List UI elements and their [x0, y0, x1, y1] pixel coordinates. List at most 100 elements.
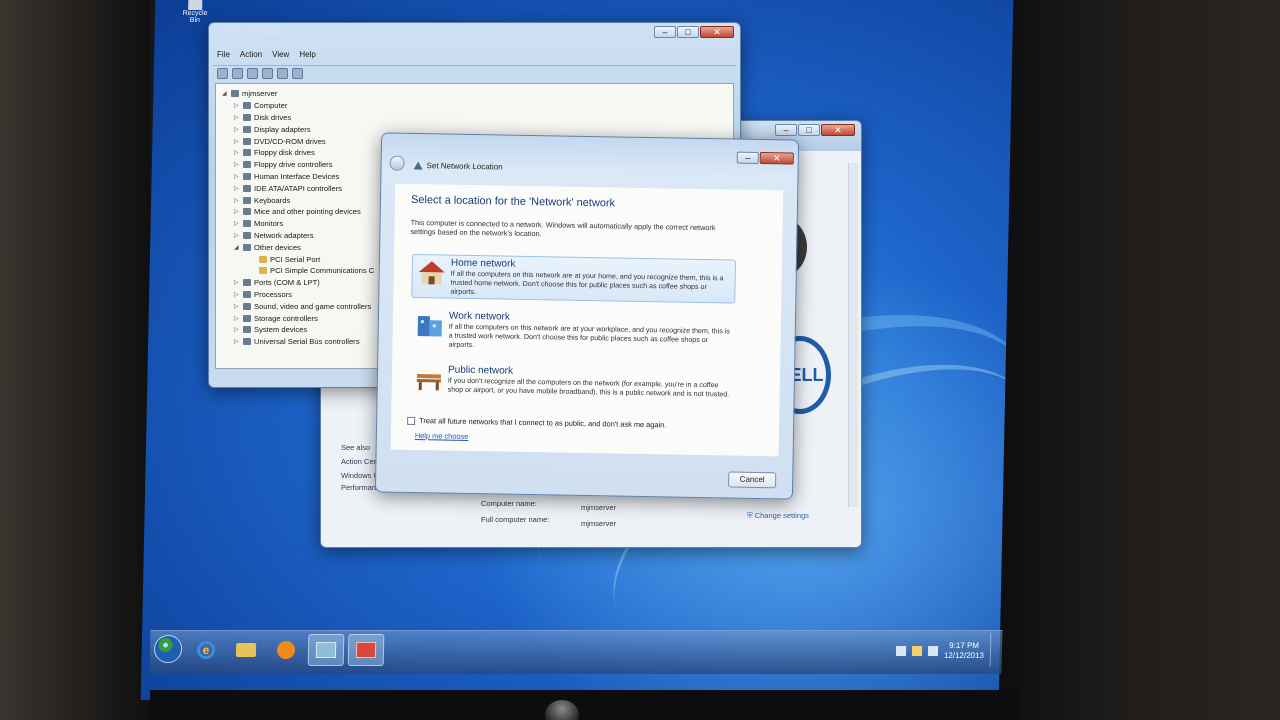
- tree-item-label: Ports (COM & LPT): [254, 278, 320, 288]
- work-network-option[interactable]: Work network If all the computers on thi…: [410, 308, 735, 358]
- help-me-choose-link[interactable]: Help me choose: [415, 431, 469, 441]
- expand-arrow-icon[interactable]: ▷: [234, 315, 240, 322]
- expand-arrow-icon[interactable]: ▷: [234, 220, 240, 227]
- device-icon: [243, 208, 251, 216]
- media-player-icon: [276, 641, 296, 659]
- recycle-bin-icon[interactable]: Recycle Bin: [177, 0, 214, 26]
- tree-item-label: PCI Serial Port: [270, 254, 321, 264]
- minimize-button[interactable]: –: [736, 151, 759, 164]
- menu-bar: File Action View Help: [213, 50, 316, 64]
- window-title: Device Manager: [223, 27, 282, 36]
- expand-arrow-icon[interactable]: ▷: [234, 114, 240, 121]
- expand-arrow-icon[interactable]: ▷: [234, 291, 240, 298]
- taskbar-internet-explorer[interactable]: e: [188, 634, 225, 666]
- network-icon: [414, 161, 423, 169]
- tree-item[interactable]: ◢ mjmserver: [222, 88, 733, 100]
- home-network-option[interactable]: Home network If all the computers on thi…: [411, 253, 737, 304]
- taskbar-red-app[interactable]: [347, 634, 385, 666]
- public-network-option[interactable]: Public network If you don't recognize al…: [409, 362, 734, 412]
- tree-item-label: Monitors: [254, 219, 284, 229]
- expand-arrow-icon[interactable]: ▷: [234, 149, 240, 156]
- help-icon[interactable]: [262, 68, 273, 79]
- scan-hardware-icon[interactable]: [292, 68, 303, 79]
- taskbar-media-player[interactable]: [268, 634, 305, 666]
- show-desktop-button[interactable]: [989, 633, 1001, 667]
- work-network-title: Work network: [448, 310, 511, 323]
- network-tray-icon[interactable]: [895, 646, 907, 656]
- expand-arrow-icon[interactable]: ▷: [234, 303, 240, 310]
- warning-device-icon: [259, 255, 267, 263]
- expand-arrow-icon[interactable]: ▷: [234, 173, 240, 180]
- tree-item-label: mjmserver: [242, 89, 278, 99]
- expand-arrow-icon[interactable]: ▷: [234, 197, 240, 204]
- toolbar: [213, 65, 736, 81]
- treat-public-label: Treat all future networks that I connect…: [419, 416, 667, 430]
- warning-device-icon: [259, 267, 267, 275]
- tree-item[interactable]: ▷ Disk drives: [222, 112, 733, 124]
- work-network-icon: [417, 316, 442, 337]
- tree-item[interactable]: ▷ Computer: [222, 100, 733, 112]
- menu-help[interactable]: Help: [299, 50, 315, 64]
- device-icon: [243, 220, 251, 228]
- scrollbar[interactable]: [848, 163, 858, 507]
- device-icon: [243, 290, 251, 298]
- expand-arrow-icon[interactable]: ▷: [234, 161, 240, 168]
- treat-public-row[interactable]: Treat all future networks that I connect…: [407, 416, 667, 430]
- cancel-button[interactable]: Cancel: [728, 471, 777, 489]
- forward-icon[interactable]: [232, 68, 243, 79]
- close-button[interactable]: ✕: [700, 26, 734, 38]
- full-computer-name-value: mjmserver: [581, 519, 616, 528]
- tree-item-label: Keyboards: [254, 195, 291, 205]
- taskbar-control-panel[interactable]: [307, 634, 345, 666]
- expand-arrow-icon[interactable]: ▷: [234, 126, 240, 133]
- system-window-controls: – □ ✕: [775, 124, 855, 138]
- minimize-button[interactable]: –: [654, 26, 676, 38]
- maximize-button[interactable]: □: [798, 124, 820, 136]
- back-arrow-icon[interactable]: [389, 155, 405, 171]
- tree-item-label: Other devices: [254, 242, 301, 252]
- computer-name-value: mjmserver: [581, 503, 616, 512]
- start-button[interactable]: [153, 635, 183, 663]
- collapse-arrow-icon[interactable]: ◢: [222, 90, 228, 97]
- collapse-arrow-icon[interactable]: ◢: [234, 244, 240, 251]
- menu-action[interactable]: Action: [240, 50, 262, 64]
- window-controls: – □ ✕: [654, 26, 734, 40]
- tree-item-label: PCI Simple Communications C: [270, 266, 375, 276]
- menu-view[interactable]: View: [272, 50, 289, 64]
- close-button[interactable]: ✕: [759, 151, 794, 165]
- action-center-flag-icon[interactable]: [911, 646, 923, 656]
- expand-arrow-icon[interactable]: ▷: [234, 208, 240, 215]
- dialog-intro: This computer is connected to a network.…: [410, 217, 716, 239]
- close-button[interactable]: ✕: [821, 124, 855, 136]
- public-network-title: Public network: [447, 364, 514, 377]
- change-settings-link[interactable]: ⛨ Change settings: [747, 511, 809, 521]
- tree-item-label: Sound, video and game controllers: [254, 301, 372, 311]
- clock-date: 12/12/2013: [943, 651, 985, 660]
- expand-arrow-icon[interactable]: ▷: [234, 338, 240, 345]
- device-icon: [243, 125, 251, 133]
- maximize-button[interactable]: □: [677, 26, 699, 38]
- tree-item-label: Network adapters: [254, 230, 314, 240]
- device-icon: [243, 161, 251, 169]
- expand-arrow-icon[interactable]: ▷: [234, 326, 240, 333]
- expand-arrow-icon[interactable]: ▷: [234, 232, 240, 239]
- taskbar-explorer[interactable]: [228, 634, 265, 666]
- tree-item-label: IDE ATA/ATAPI controllers: [254, 183, 343, 193]
- menu-file[interactable]: File: [217, 50, 230, 64]
- treat-public-checkbox[interactable]: [407, 416, 416, 425]
- view-icon[interactable]: [277, 68, 288, 79]
- expand-arrow-icon[interactable]: ▷: [234, 102, 240, 109]
- properties-icon[interactable]: [247, 68, 258, 79]
- full-computer-name-label: Full computer name:: [481, 515, 550, 524]
- clock-time: 9:17 PM: [949, 641, 980, 650]
- back-icon[interactable]: [217, 68, 228, 79]
- expand-arrow-icon[interactable]: ▷: [234, 185, 240, 192]
- minimize-button[interactable]: –: [775, 124, 797, 136]
- volume-icon[interactable]: [927, 646, 939, 656]
- clock[interactable]: 9:17 PM 12/12/2013: [944, 641, 984, 661]
- recycle-bin-label: Recycle Bin: [182, 10, 208, 24]
- monitor-bezel-right: [1000, 0, 1280, 720]
- tree-item-label: Computer: [254, 101, 288, 111]
- expand-arrow-icon[interactable]: ▷: [234, 138, 240, 145]
- expand-arrow-icon[interactable]: ▷: [234, 279, 240, 286]
